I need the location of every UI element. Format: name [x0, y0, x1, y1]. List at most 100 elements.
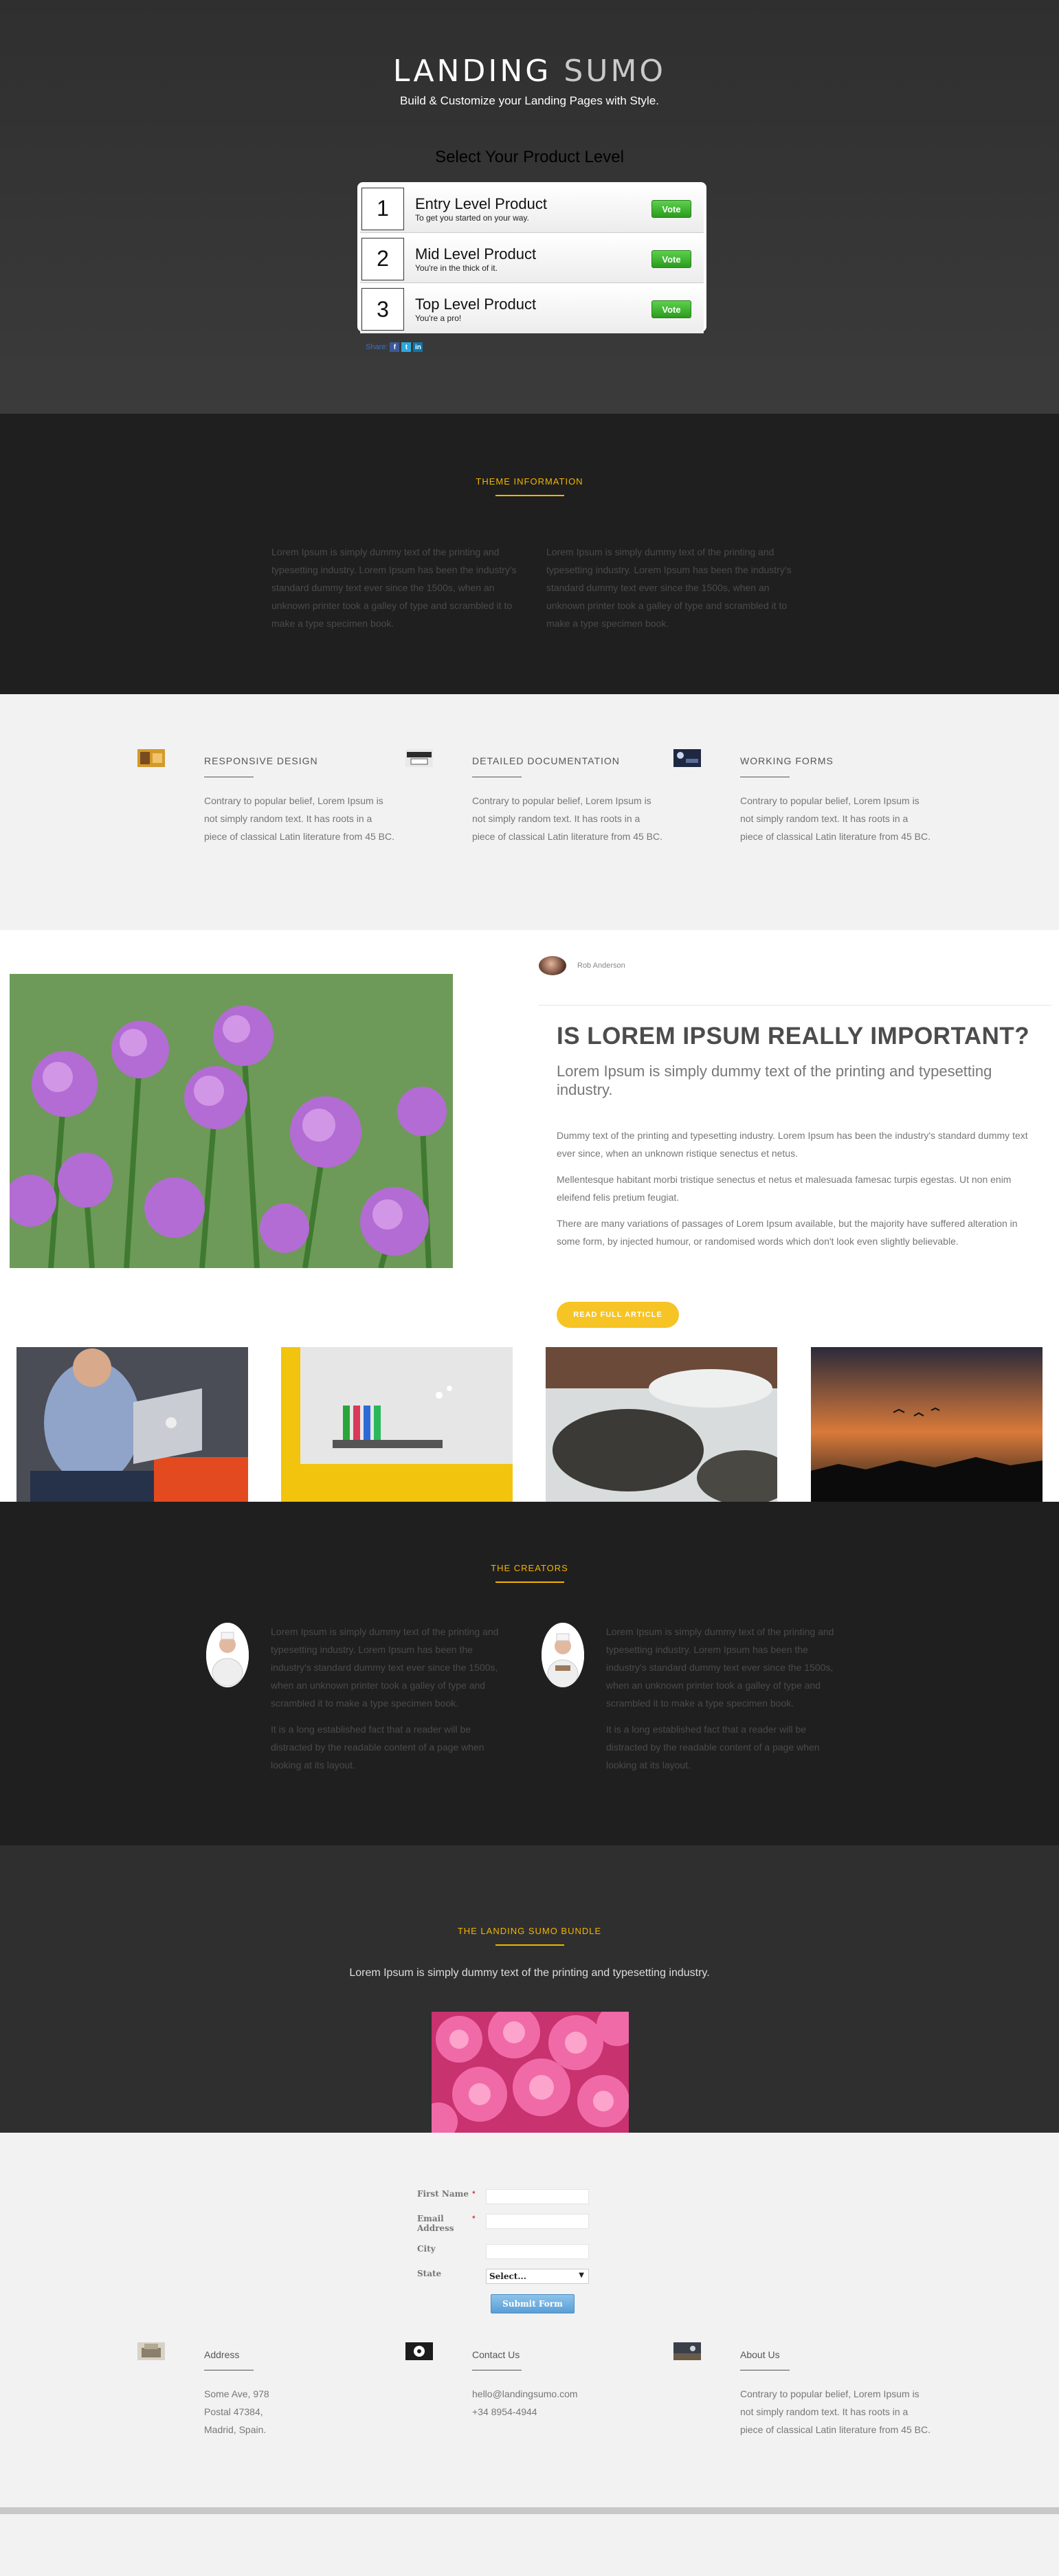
features-section: RESPONSIVE DESIGN Contrary to popular be…: [0, 694, 1059, 930]
product-number: 2: [361, 237, 404, 280]
share-bar: Share: f t in: [366, 342, 423, 352]
article-photo-flowers: [10, 974, 453, 1268]
bundle-section: THE LANDING SUMO BUNDLE Lorem Ipsum is s…: [0, 1845, 1059, 2133]
author-name: Rob Anderson: [577, 962, 625, 970]
feature-text: Contrary to popular belief, Lorem Ipsum …: [740, 795, 931, 842]
about-icon: [673, 2342, 701, 2360]
bottom-bar: [0, 2507, 1059, 2514]
product-subtitle: To get you started on your way.: [415, 212, 529, 223]
product-number: 1: [361, 187, 404, 230]
feature-title: WORKING FORMS: [740, 755, 834, 766]
footer-title: Address: [204, 2349, 240, 2360]
city-label: City: [417, 2244, 436, 2254]
documentation-icon: [405, 749, 433, 767]
gallery-image-markers[interactable]: [281, 1347, 513, 1502]
vote-button-3[interactable]: Vote: [651, 300, 691, 318]
contact-phone: +34 8954-4944: [472, 2406, 537, 2417]
tagline: Build & Customize your Landing Pages wit…: [399, 94, 660, 107]
creator-bio: Lorem Ipsum is simply dummy text of the …: [606, 1626, 834, 1709]
gallery-image-laptop[interactable]: [16, 1347, 248, 1502]
creator-bio-extra: It is a long established fact that a rea…: [606, 1724, 820, 1770]
address-line-3: Madrid, Spain.: [204, 2424, 267, 2435]
gallery-section: [0, 1347, 1059, 1502]
working-forms-icon: [673, 749, 701, 767]
product-subtitle: You're in the thick of it.: [415, 263, 498, 273]
product-vote-box: 1 Entry Level Product To get you started…: [357, 182, 706, 333]
theme-text-col-2: Lorem Ipsum is simply dummy text of the …: [546, 546, 792, 629]
article-title: IS LOREM IPSUM REALLY IMPORTANT?: [557, 1023, 1030, 1050]
title-underline: [495, 495, 564, 496]
contact-email-link[interactable]: hello@landingsumo.com: [472, 2385, 665, 2403]
gallery-image-river-rocks[interactable]: [546, 1347, 777, 1502]
creator-avatar: [206, 1623, 249, 1687]
form-row-first-name: First Name *: [417, 2189, 589, 2204]
state-label: State: [417, 2269, 442, 2278]
vote-button-2[interactable]: Vote: [651, 250, 691, 268]
article-section: Rob Anderson IS LOREM IPSUM REALLY IMPOR…: [0, 930, 1059, 1347]
title-underline: [495, 1944, 564, 1946]
author-avatar: [539, 956, 566, 975]
feature-title: DETAILED DOCUMENTATION: [472, 755, 620, 766]
twitter-icon[interactable]: t: [401, 342, 412, 352]
theme-text-col-1: Lorem Ipsum is simply dummy text of the …: [271, 546, 517, 629]
gallery-image-sunset[interactable]: [811, 1347, 1043, 1502]
email-input[interactable]: [486, 2214, 589, 2229]
first-name-label: First Name: [417, 2189, 469, 2199]
product-number: 3: [361, 288, 404, 331]
share-label: Share:: [366, 343, 388, 351]
section-title: THE LANDING SUMO BUNDLE: [457, 1926, 602, 1936]
submit-form-button[interactable]: Submit Form: [491, 2294, 575, 2313]
footer-section: Address Some Ave, 978 Postal 47384, Madr…: [0, 2342, 1059, 2514]
article-author[interactable]: Rob Anderson: [539, 956, 625, 975]
footer-title: Contact Us: [472, 2349, 520, 2360]
article-paragraph-2: Mellentesque habitant morbi tristique se…: [557, 1174, 1012, 1203]
creators-section: THE CREATORS Lorem Ipsum is simply dummy…: [0, 1502, 1059, 1845]
address-icon: [137, 2342, 165, 2360]
vote-button-1[interactable]: Vote: [651, 200, 691, 218]
site-logo[interactable]: LANDING SUMO: [0, 0, 1059, 89]
hero-section: LANDING SUMO Build & Customize your Land…: [0, 0, 1059, 414]
creator-bio-extra: It is a long established fact that a rea…: [271, 1724, 484, 1770]
state-select[interactable]: Select... ▼: [486, 2269, 589, 2284]
logo-part-2: SUMO: [564, 54, 667, 89]
product-title: Entry Level Product: [415, 195, 547, 212]
product-row-1: 1 Entry Level Product To get you started…: [360, 185, 704, 233]
article-paragraph-3: There are many variations of passages of…: [557, 1218, 1018, 1247]
address-line-2: Postal 47384,: [204, 2406, 263, 2417]
required-mark: *: [472, 2214, 476, 2223]
form-row-city: City: [417, 2244, 589, 2259]
author-divider: [539, 1005, 1051, 1006]
product-title: Top Level Product: [415, 296, 537, 313]
responsive-design-icon: [137, 749, 165, 767]
creator-bio: Lorem Ipsum is simply dummy text of the …: [271, 1626, 499, 1709]
form-row-email: Email Address *: [417, 2214, 589, 2233]
product-row-2: 2 Mid Level Product You're in the thick …: [360, 235, 704, 283]
contact-icon: [405, 2342, 433, 2360]
section-title: THEME INFORMATION: [476, 476, 583, 487]
read-full-article-button[interactable]: READ FULL ARTICLE: [557, 1302, 679, 1328]
linkedin-icon[interactable]: in: [413, 342, 423, 352]
facebook-icon[interactable]: f: [390, 342, 400, 352]
section-title: THE CREATORS: [491, 1563, 568, 1573]
address-line-1: Some Ave, 978: [204, 2388, 269, 2399]
logo-part-1: LANDING: [392, 54, 552, 89]
article-paragraph-1: Dummy text of the printing and typesetti…: [557, 1130, 1028, 1159]
email-label: Email Address: [417, 2214, 454, 2233]
state-select-value: Select...: [489, 2272, 526, 2281]
feature-text: Contrary to popular belief, Lorem Ipsum …: [204, 795, 395, 842]
bundle-image-pink-flowers: [432, 2012, 629, 2133]
city-input[interactable]: [486, 2244, 589, 2259]
article-subtitle: Lorem Ipsum is simply dummy text of the …: [557, 1063, 992, 1098]
first-name-input[interactable]: [486, 2189, 589, 2204]
bundle-text: Lorem Ipsum is simply dummy text of the …: [349, 1967, 710, 1979]
feature-text: Contrary to popular belief, Lorem Ipsum …: [472, 795, 663, 842]
required-mark: *: [472, 2189, 476, 2199]
signup-form-section: First Name * Email Address * City State …: [0, 2133, 1059, 2342]
feature-title: RESPONSIVE DESIGN: [204, 755, 318, 766]
product-subtitle: You're a pro!: [415, 313, 462, 323]
about-text: Contrary to popular belief, Lorem Ipsum …: [740, 2388, 931, 2435]
product-title: Mid Level Product: [415, 245, 537, 263]
chevron-down-icon: ▼: [579, 2272, 584, 2279]
theme-information-section: THEME INFORMATION Lorem Ipsum is simply …: [0, 414, 1059, 694]
creator-avatar: [542, 1623, 584, 1687]
